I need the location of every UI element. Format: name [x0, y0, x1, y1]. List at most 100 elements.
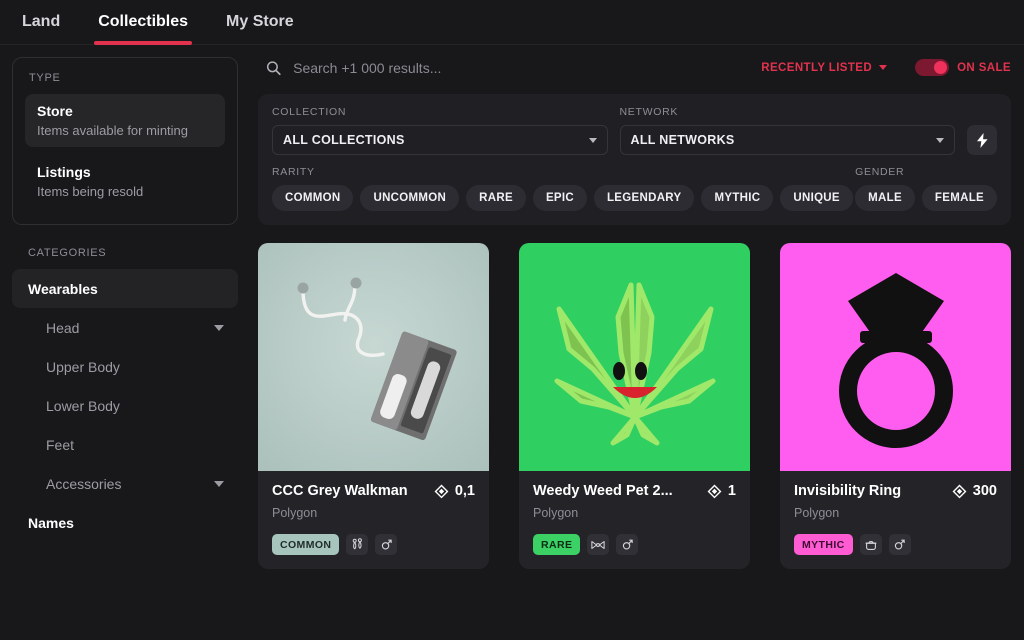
main-content: RECENTLY LISTED ON SALE COLLECTION ALL C…	[250, 45, 1024, 640]
item-grid: CCC Grey Walkman 0,1 Polygon COMMON Weed…	[258, 243, 1011, 569]
item-card[interactable]: Invisibility Ring 300 Polygon MYTHIC	[780, 243, 1011, 569]
rarity-pill-uncommon[interactable]: UNCOMMON	[360, 185, 460, 211]
lightning-filter-button[interactable]	[967, 125, 997, 155]
sidebar-item-accessories[interactable]: Accessories	[12, 464, 238, 503]
sidebar-type-store[interactable]: Store Items available for minting	[25, 94, 225, 147]
filters-row-selects: COLLECTION ALL COLLECTIONS NETWORK ALL N…	[272, 106, 997, 155]
rarity-pill-rare[interactable]: RARE	[466, 185, 526, 211]
item-price-value: 300	[972, 483, 997, 499]
rarity-pill-epic[interactable]: EPIC	[532, 185, 587, 211]
item-price-value: 0,1	[454, 483, 475, 499]
type-option-subtitle: Items being resold	[37, 184, 144, 199]
bowtie-icon	[587, 534, 610, 555]
type-filter-card: TYPE Store Items available for minting L…	[12, 57, 238, 225]
on-sale-toggle[interactable]	[915, 59, 950, 76]
collection-select[interactable]: ALL COLLECTIONS	[272, 125, 608, 155]
ring-top-icon	[859, 534, 882, 555]
chevron-down-icon	[879, 65, 888, 70]
chevron-down-icon	[936, 137, 944, 143]
mana-diamond-icon	[434, 484, 449, 498]
search-input[interactable]	[293, 59, 752, 76]
gender-glyph-icon	[895, 539, 905, 550]
sidebar-item-label: Feet	[46, 436, 75, 453]
toggle-knob	[934, 61, 948, 74]
sidebar-item-label: Accessories	[46, 475, 122, 492]
search-bar: RECENTLY LISTED ON SALE	[258, 45, 1011, 90]
type-option-title: Listings	[37, 164, 91, 180]
rarity-pill-mythic[interactable]: MYTHIC	[701, 185, 774, 211]
gender-icon	[888, 534, 911, 555]
sort-dropdown[interactable]: RECENTLY LISTED	[761, 62, 888, 74]
item-title: Weedy Weed Pet 2...	[533, 483, 673, 499]
sidebar-item-upper-body[interactable]: Upper Body	[12, 347, 238, 386]
rarity-pill-legendary[interactable]: LEGENDARY	[593, 185, 695, 211]
item-card[interactable]: Weedy Weed Pet 2... 1 Polygon RARE	[519, 243, 750, 569]
network-filter-group: NETWORK ALL NETWORKS	[619, 106, 955, 155]
gender-pill-male[interactable]: MALE	[855, 185, 915, 211]
on-sale-label: ON SALE	[957, 61, 1011, 74]
mana-diamond-icon	[707, 484, 722, 498]
nav-tab-land[interactable]: Land	[18, 0, 64, 45]
search-field-wrap	[266, 59, 752, 76]
sidebar-item-wearables[interactable]: Wearables	[12, 269, 238, 308]
type-section-label: TYPE	[29, 72, 61, 84]
item-network: Polygon	[794, 506, 840, 520]
item-image	[519, 243, 750, 471]
sidebar-item-lower-body[interactable]: Lower Body	[12, 386, 238, 425]
nav-tab-collectibles[interactable]: Collectibles	[94, 0, 192, 45]
sidebar-item-feet[interactable]: Feet	[12, 425, 238, 464]
item-tags: MYTHIC	[794, 534, 997, 555]
ring-illustration-icon	[838, 272, 953, 448]
collection-filter-group: COLLECTION ALL COLLECTIONS	[272, 106, 608, 155]
rarity-badge: RARE	[533, 534, 581, 555]
chevron-down-icon	[214, 480, 224, 487]
rarity-pill-unique[interactable]: UNIQUE	[780, 185, 853, 211]
sidebar: TYPE Store Items available for minting L…	[0, 45, 250, 640]
network-select-value: ALL NETWORKS	[630, 133, 735, 147]
item-card-body: Invisibility Ring 300 Polygon MYTHIC	[780, 471, 1011, 569]
nav-tab-my-store[interactable]: My Store	[222, 0, 298, 45]
item-image	[780, 243, 1011, 471]
gender-glyph-icon	[381, 539, 392, 550]
top-navigation: Land Collectibles My Store	[0, 0, 1024, 45]
rarity-badge: COMMON	[272, 534, 340, 555]
item-card-body: Weedy Weed Pet 2... 1 Polygon RARE	[519, 471, 750, 569]
collection-select-value: ALL COLLECTIONS	[283, 133, 405, 147]
chevron-down-icon	[214, 324, 224, 331]
item-title: CCC Grey Walkman	[272, 483, 408, 499]
network-select[interactable]: ALL NETWORKS	[619, 125, 955, 155]
sidebar-item-label: Lower Body	[46, 397, 120, 414]
gender-pill-female[interactable]: FEMALE	[921, 185, 997, 211]
type-option-title: Store	[37, 103, 73, 119]
filters-row-pills: RARITY COMMON UNCOMMON RARE EPIC LEGENDA…	[272, 166, 997, 211]
nav-tab-label: My Store	[226, 13, 294, 30]
weed-leaf-illustration-icon	[554, 282, 715, 446]
sidebar-item-names[interactable]: Names	[12, 503, 238, 542]
sidebar-item-label: Wearables	[28, 280, 98, 297]
nav-tab-label: Land	[22, 13, 61, 30]
sidebar-type-listings[interactable]: Listings Items being resold	[25, 155, 225, 208]
gender-glyph-icon	[622, 539, 633, 550]
item-tags: RARE	[533, 534, 736, 555]
page-body: TYPE Store Items available for minting L…	[0, 45, 1024, 640]
earrings-icon	[346, 534, 369, 555]
on-sale-toggle-wrap: ON SALE	[915, 59, 1011, 76]
item-network: Polygon	[272, 506, 318, 520]
item-card[interactable]: CCC Grey Walkman 0,1 Polygon COMMON	[258, 243, 489, 569]
categories-section-label: CATEGORIES	[28, 247, 107, 259]
chevron-down-icon	[588, 137, 597, 143]
sidebar-item-head[interactable]: Head	[12, 308, 238, 347]
item-image	[258, 243, 489, 471]
gender-filter-group: GENDER MALE FEMALE	[855, 166, 997, 211]
lightning-bolt-icon	[976, 132, 988, 148]
search-icon	[266, 60, 281, 75]
item-price: 0,1	[434, 483, 475, 499]
item-tags: COMMON	[272, 534, 475, 555]
rarity-badge: MYTHIC	[794, 534, 853, 555]
rarity-label: RARITY	[272, 166, 315, 178]
mana-diamond-icon	[952, 484, 967, 498]
bowtie-glyph-icon	[591, 540, 606, 549]
item-price: 1	[707, 483, 736, 499]
nav-tab-label: Collectibles	[98, 13, 189, 30]
rarity-pill-common[interactable]: COMMON	[272, 185, 354, 211]
